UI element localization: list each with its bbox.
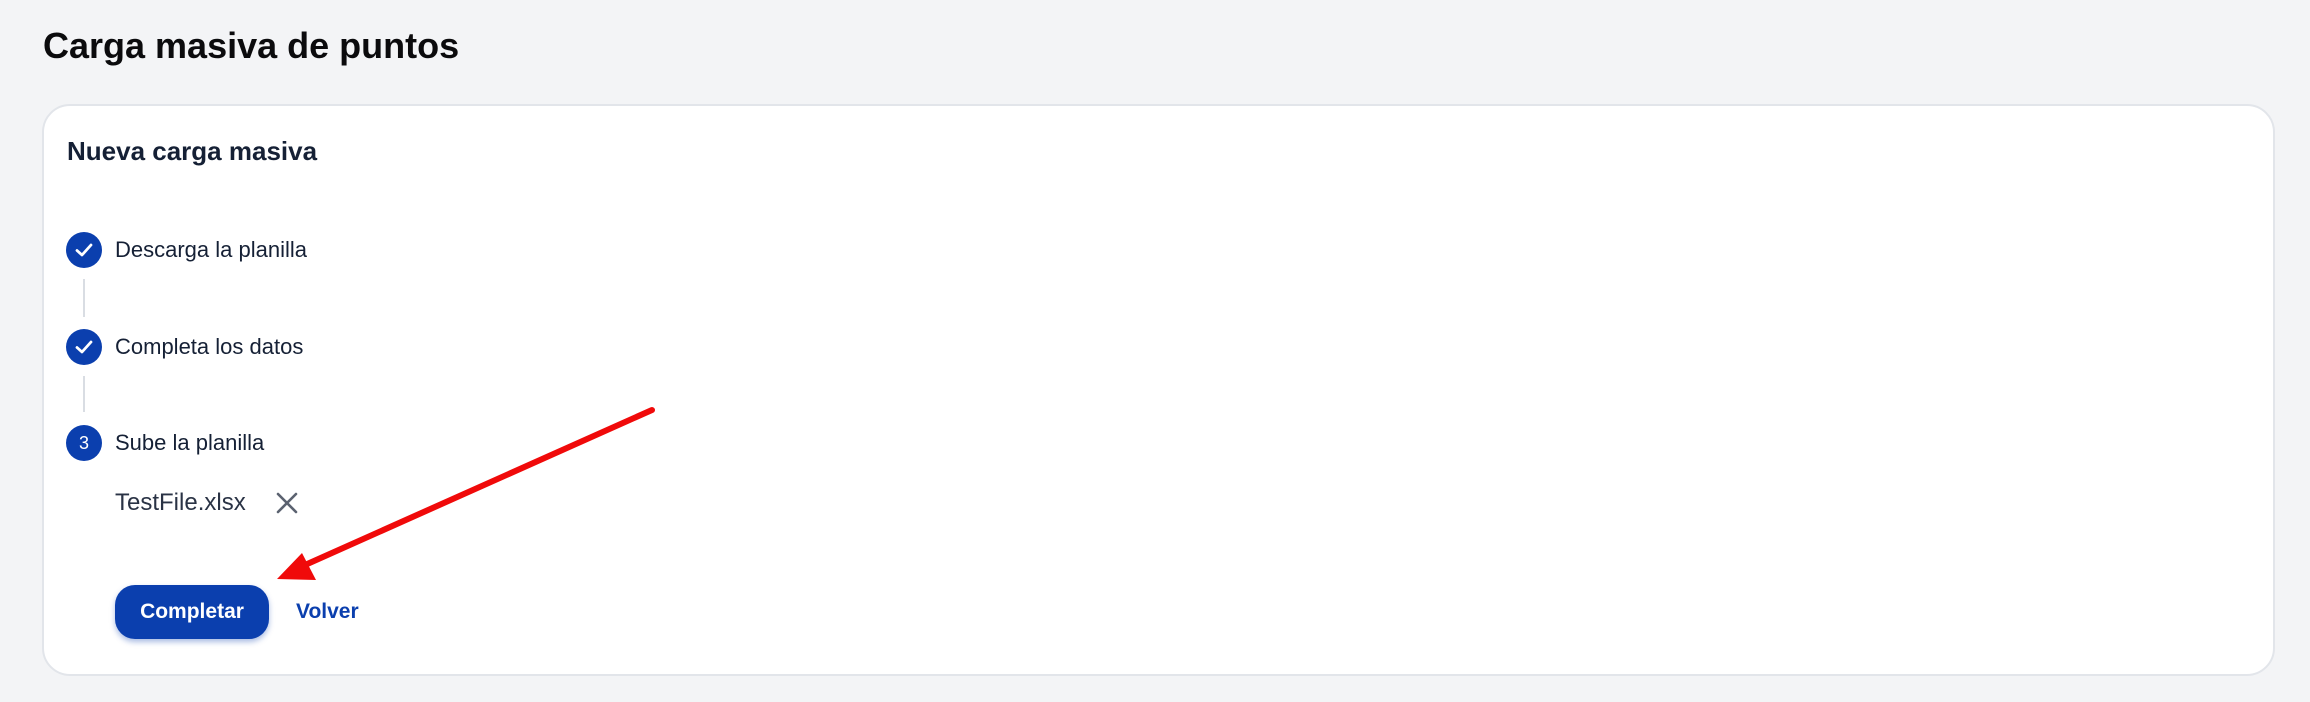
remove-file-button[interactable]	[272, 488, 302, 518]
page-title: Carga masiva de puntos	[43, 25, 460, 66]
step-2-completed-indicator	[66, 329, 102, 365]
back-link[interactable]: Volver	[296, 594, 359, 630]
step-connector	[83, 376, 85, 412]
step-3-number-indicator: 3	[66, 425, 102, 461]
uploaded-file-name: TestFile.xlsx	[115, 489, 246, 516]
complete-button[interactable]: Completar	[115, 585, 269, 639]
step-1-label: Descarga la planilla	[115, 237, 307, 262]
step-2-label: Completa los datos	[115, 334, 304, 359]
close-icon	[276, 492, 298, 514]
check-icon	[75, 243, 93, 257]
check-icon	[75, 340, 93, 354]
step-connector	[83, 279, 85, 317]
step-1-completed-indicator	[66, 232, 102, 268]
bulk-upload-card	[42, 104, 2275, 676]
card-title: Nueva carga masiva	[67, 136, 318, 166]
step-3-label: Sube la planilla	[115, 430, 265, 455]
